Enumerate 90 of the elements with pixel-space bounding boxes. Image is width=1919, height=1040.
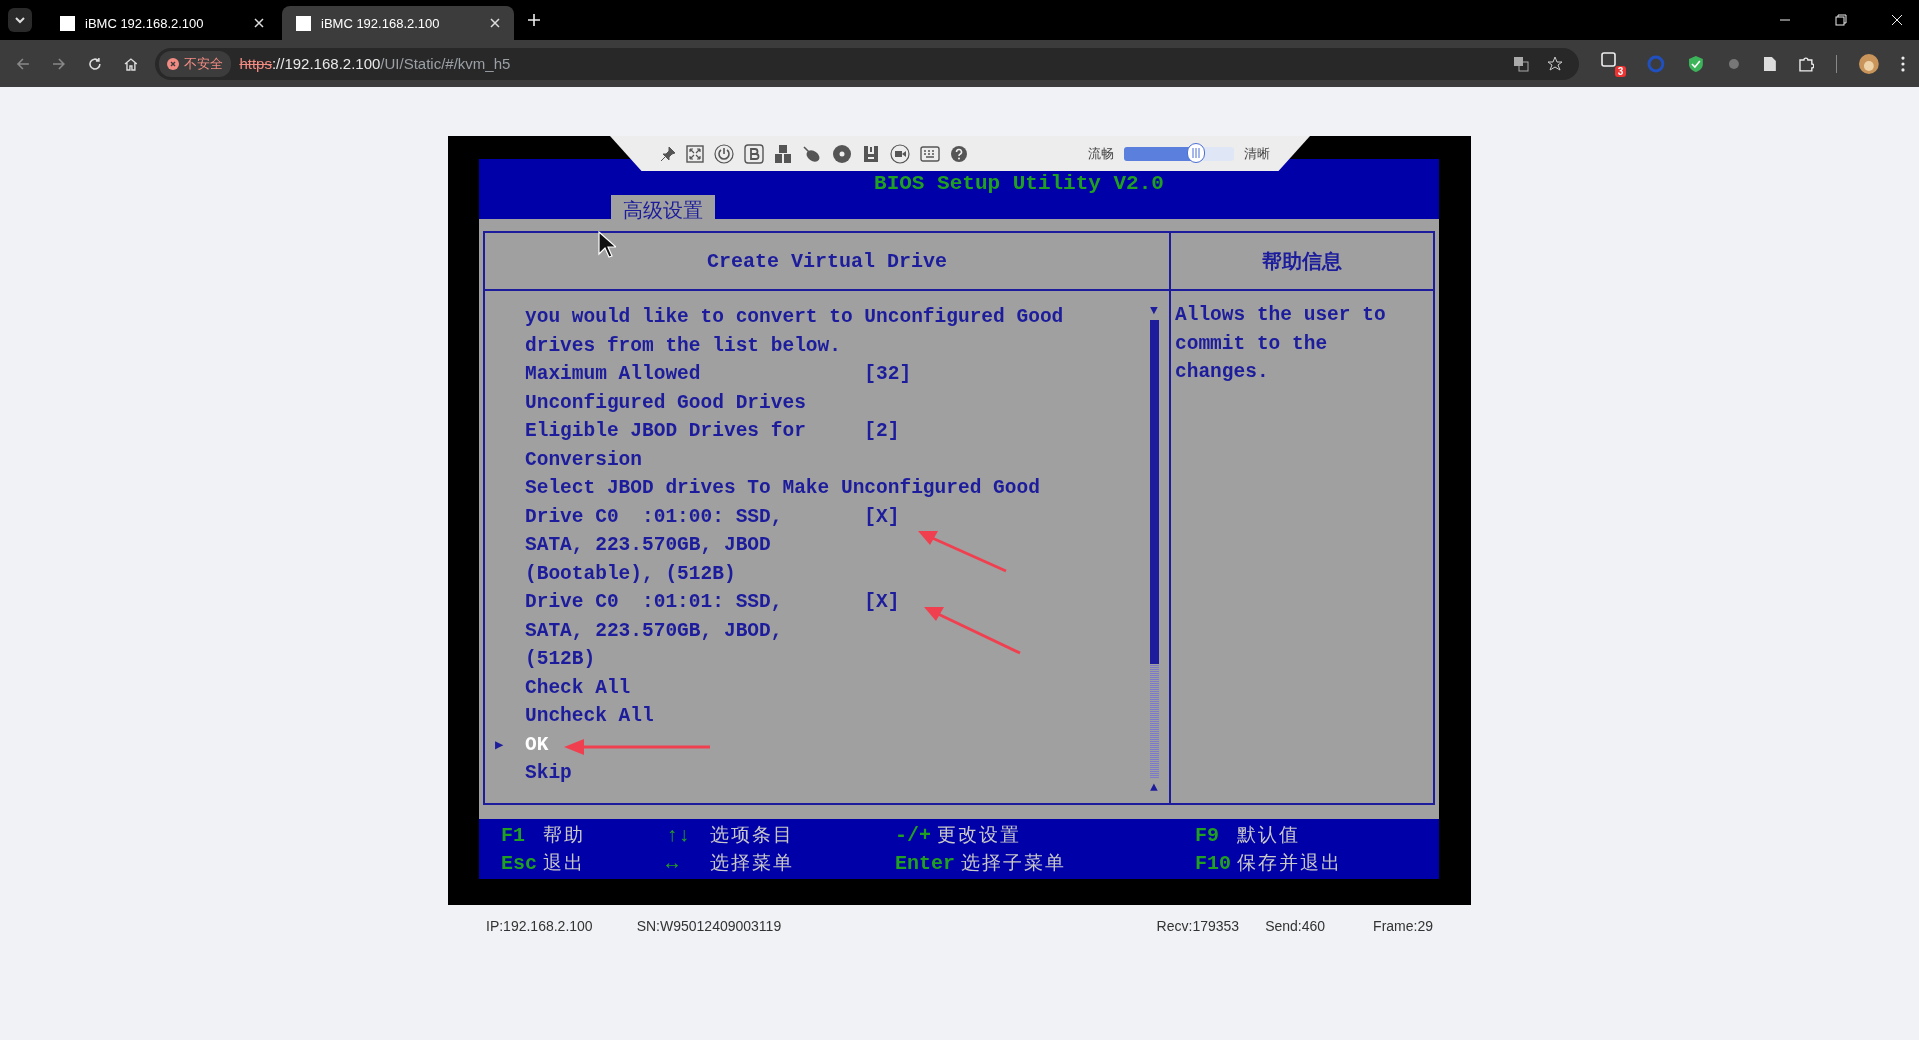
- serial-number: SN:W95012409003119: [636, 918, 782, 934]
- received-count: Recv:179353: [1156, 918, 1240, 934]
- menu-item[interactable]: Conversion: [525, 448, 643, 471]
- home-icon[interactable]: [123, 56, 138, 71]
- bios-title: BIOS Setup Utility V2.0: [874, 173, 1164, 195]
- star-icon[interactable]: [1547, 55, 1564, 72]
- new-tab-icon[interactable]: [528, 14, 540, 26]
- key-action: 选择菜单: [710, 852, 794, 876]
- menu-item[interactable]: Skip: [525, 762, 572, 785]
- key-name: F10: [1195, 851, 1231, 875]
- reload-icon[interactable]: [87, 56, 102, 71]
- close-icon[interactable]: [254, 18, 264, 28]
- menu-item[interactable]: OK: [525, 733, 549, 756]
- key-name: ↔: [666, 851, 679, 875]
- key-action: 选择子菜单: [961, 852, 1066, 876]
- help-icon[interactable]: [950, 144, 968, 163]
- key-action: 更改设置: [937, 824, 1021, 848]
- key-action: 选项条目: [710, 824, 794, 848]
- restore-icon[interactable]: [1835, 14, 1847, 26]
- quality-label: 流畅: [1088, 144, 1114, 163]
- extension-icon[interactable]: [1601, 51, 1618, 68]
- slider-handle[interactable]: [1186, 142, 1205, 163]
- fullscreen-icon[interactable]: [686, 144, 704, 163]
- pin-icon[interactable]: [660, 145, 676, 162]
- selection-pointer: ▶: [495, 737, 504, 754]
- menu-item[interactable]: SATA, 223.570GB, JBOD,: [525, 619, 783, 642]
- scroll-down-marker: ▼: [1150, 303, 1158, 318]
- puzzle-icon[interactable]: [1798, 55, 1815, 72]
- forward-icon[interactable]: [51, 56, 66, 71]
- menu-item[interactable]: Maximum Allowed: [525, 363, 865, 386]
- menu-item[interactable]: drives from the list below.: [525, 334, 841, 357]
- key-action: 默认值: [1237, 824, 1300, 848]
- scroll-up-marker: ▲: [1150, 780, 1158, 795]
- browser-tab[interactable]: iBMC 192.168.2.100: [46, 6, 278, 40]
- item-value: [32]: [864, 363, 912, 386]
- translate-icon[interactable]: [1513, 55, 1530, 72]
- mouse-icon[interactable]: [802, 144, 822, 163]
- menu-item[interactable]: Drive C0 :01:00: SSD,: [525, 505, 865, 528]
- menu-item[interactable]: Drive C0 :01:01: SSD,: [525, 591, 865, 614]
- key-combination-icon[interactable]: [774, 143, 792, 164]
- shield-icon[interactable]: [1687, 54, 1705, 73]
- ip-address: IP:192.168.2.100: [486, 918, 593, 934]
- warning-icon: [167, 57, 180, 70]
- key-name: ↑↓: [666, 823, 691, 847]
- disc-icon[interactable]: [832, 143, 852, 164]
- notification-badge: 3: [1614, 65, 1627, 77]
- key-name: F1: [501, 823, 526, 847]
- key-name: F9: [1195, 823, 1220, 847]
- quality-label: 清晰: [1244, 144, 1270, 163]
- menu-item[interactable]: (Bootable), (512B): [525, 562, 736, 585]
- item-value: [2]: [864, 420, 900, 443]
- frame-rate: Frame:29: [1373, 918, 1433, 934]
- more-icon[interactable]: [1901, 55, 1905, 72]
- menu-item[interactable]: SATA, 223.570GB, JBOD: [525, 534, 771, 557]
- tab-search-button[interactable]: [8, 8, 32, 32]
- chevron-icon: [14, 16, 26, 24]
- keyboard-icon[interactable]: [920, 144, 940, 163]
- address-field[interactable]: 不安全 https://192.168.2.100/UI/Static/#/kvm_h5: [155, 47, 1580, 80]
- close-icon[interactable]: [490, 18, 500, 28]
- menu-item[interactable]: Unconfigured Good Drives: [525, 391, 806, 414]
- quality-slider[interactable]: [1124, 146, 1234, 161]
- mouse-cursor-icon: [598, 231, 616, 259]
- item-value: [X]: [864, 505, 900, 528]
- remote-screen[interactable]: [448, 136, 1471, 905]
- menu-item[interactable]: Select JBOD drives To Make Unconfigured Good: [525, 477, 1040, 500]
- security-chip[interactable]: 不安全: [159, 50, 232, 77]
- menu-item[interactable]: Eligible JBOD Drives for: [525, 420, 865, 443]
- video-icon[interactable]: [890, 143, 910, 164]
- help-text: Allows the user to commit to the changes.: [1174, 303, 1387, 385]
- browser-tab[interactable]: iBMC 192.168.2.100: [282, 6, 514, 40]
- sent-count: Send:460: [1265, 918, 1326, 934]
- floppy-icon[interactable]: [862, 144, 880, 163]
- key-name: Enter: [895, 851, 955, 875]
- back-icon[interactable]: [16, 56, 30, 71]
- key-name: -/+: [895, 823, 931, 847]
- menu-item[interactable]: Uncheck All: [525, 705, 654, 728]
- power-icon[interactable]: [714, 143, 734, 164]
- boot-icon[interactable]: [744, 143, 764, 164]
- close-icon[interactable]: [1891, 14, 1903, 26]
- key-action: 保存并退出: [1237, 852, 1342, 876]
- help-title: 帮助信息: [1171, 233, 1433, 291]
- item-value: [X]: [864, 591, 900, 614]
- menu-item[interactable]: you would like to convert to Unconfigured Good: [525, 306, 1064, 329]
- key-action: 帮助: [543, 824, 585, 848]
- avatar-icon[interactable]: [1859, 53, 1880, 74]
- key-name: Esc: [501, 851, 537, 875]
- menu-item[interactable]: Check All: [525, 676, 631, 699]
- menu-item[interactable]: (512B): [525, 648, 596, 671]
- key-action: 退出: [543, 852, 585, 876]
- document-icon[interactable]: [1762, 55, 1777, 72]
